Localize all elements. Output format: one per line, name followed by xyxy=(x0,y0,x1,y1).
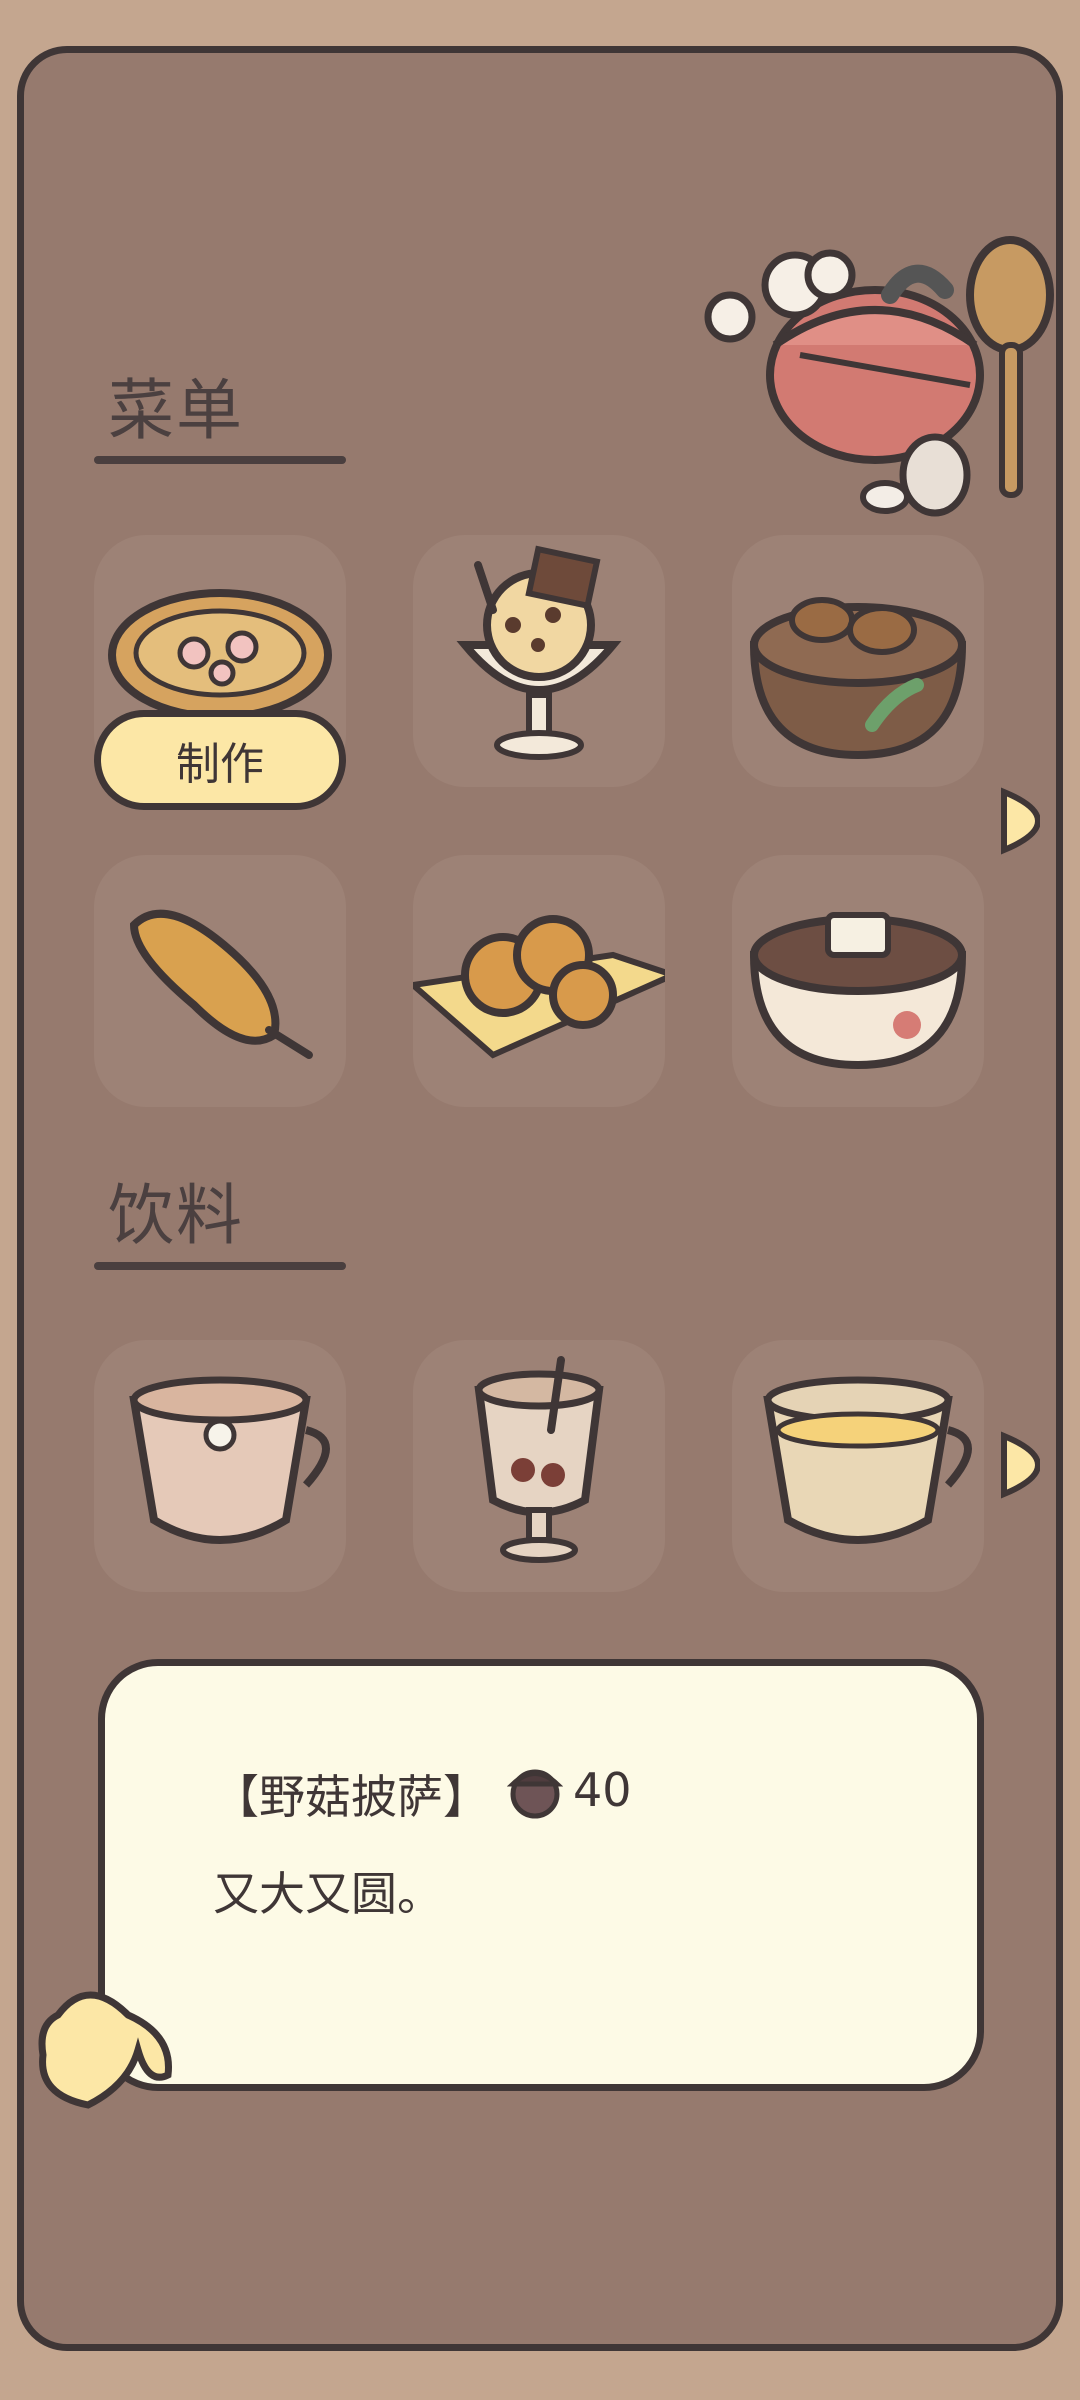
mushroom-soup-icon xyxy=(749,597,967,760)
menu-item-corn-dog[interactable] xyxy=(94,855,346,1107)
menu-item-mushroom-soup[interactable] xyxy=(732,535,984,787)
menu-section-underline xyxy=(94,456,346,464)
chocolate-sundae-icon xyxy=(456,545,622,760)
next-drinks-arrow-icon[interactable] xyxy=(998,1430,1040,1500)
acorn-icon xyxy=(507,1769,563,1819)
make-button[interactable]: 制作 xyxy=(94,710,346,810)
creature-tail-icon xyxy=(38,1991,172,2109)
item-name: 【野菇披萨】 xyxy=(213,1770,489,1824)
drinks-section-underline xyxy=(94,1262,346,1270)
drinks-section-title: 饮料 xyxy=(108,1177,244,1254)
drink-item-mocha-glass[interactable] xyxy=(413,1340,665,1592)
drink-item-honey-tea[interactable] xyxy=(732,1340,984,1592)
mocha-glass-icon xyxy=(474,1356,604,1563)
honey-tea-icon xyxy=(763,1376,972,1544)
item-price: 40 xyxy=(573,1763,632,1817)
menu-section-title: 菜单 xyxy=(108,372,244,449)
drink-item-flower-tea[interactable] xyxy=(94,1340,346,1592)
flower-tea-icon xyxy=(129,1376,330,1544)
menu-item-sundae[interactable] xyxy=(413,535,665,787)
cooking-pot-icon xyxy=(704,236,1054,517)
menu-item-tofu-bowl[interactable] xyxy=(732,855,984,1107)
menu-item-pretzel[interactable] xyxy=(413,855,665,1107)
next-page-arrow-icon[interactable] xyxy=(998,786,1040,856)
pretzel-icon xyxy=(413,915,665,1059)
item-description: 又大又圆。 xyxy=(213,1867,443,1921)
corn-dog-icon xyxy=(129,909,313,1059)
tofu-bowl-icon xyxy=(749,912,967,1070)
item-detail-card: 【野菇披萨】 40 又大又圆。 xyxy=(98,1659,984,2091)
